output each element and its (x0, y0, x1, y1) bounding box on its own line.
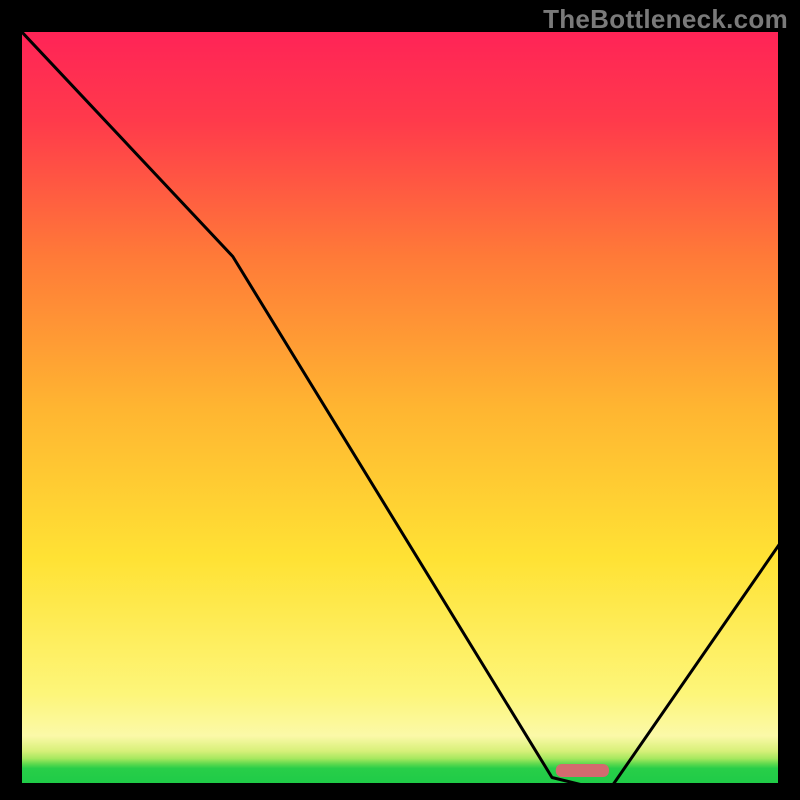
gradient-background (20, 30, 780, 785)
watermark-text: TheBottleneck.com (543, 4, 788, 35)
optimal-marker (556, 764, 609, 777)
chart-frame: TheBottleneck.com (0, 0, 800, 800)
bottleneck-chart (0, 0, 800, 800)
